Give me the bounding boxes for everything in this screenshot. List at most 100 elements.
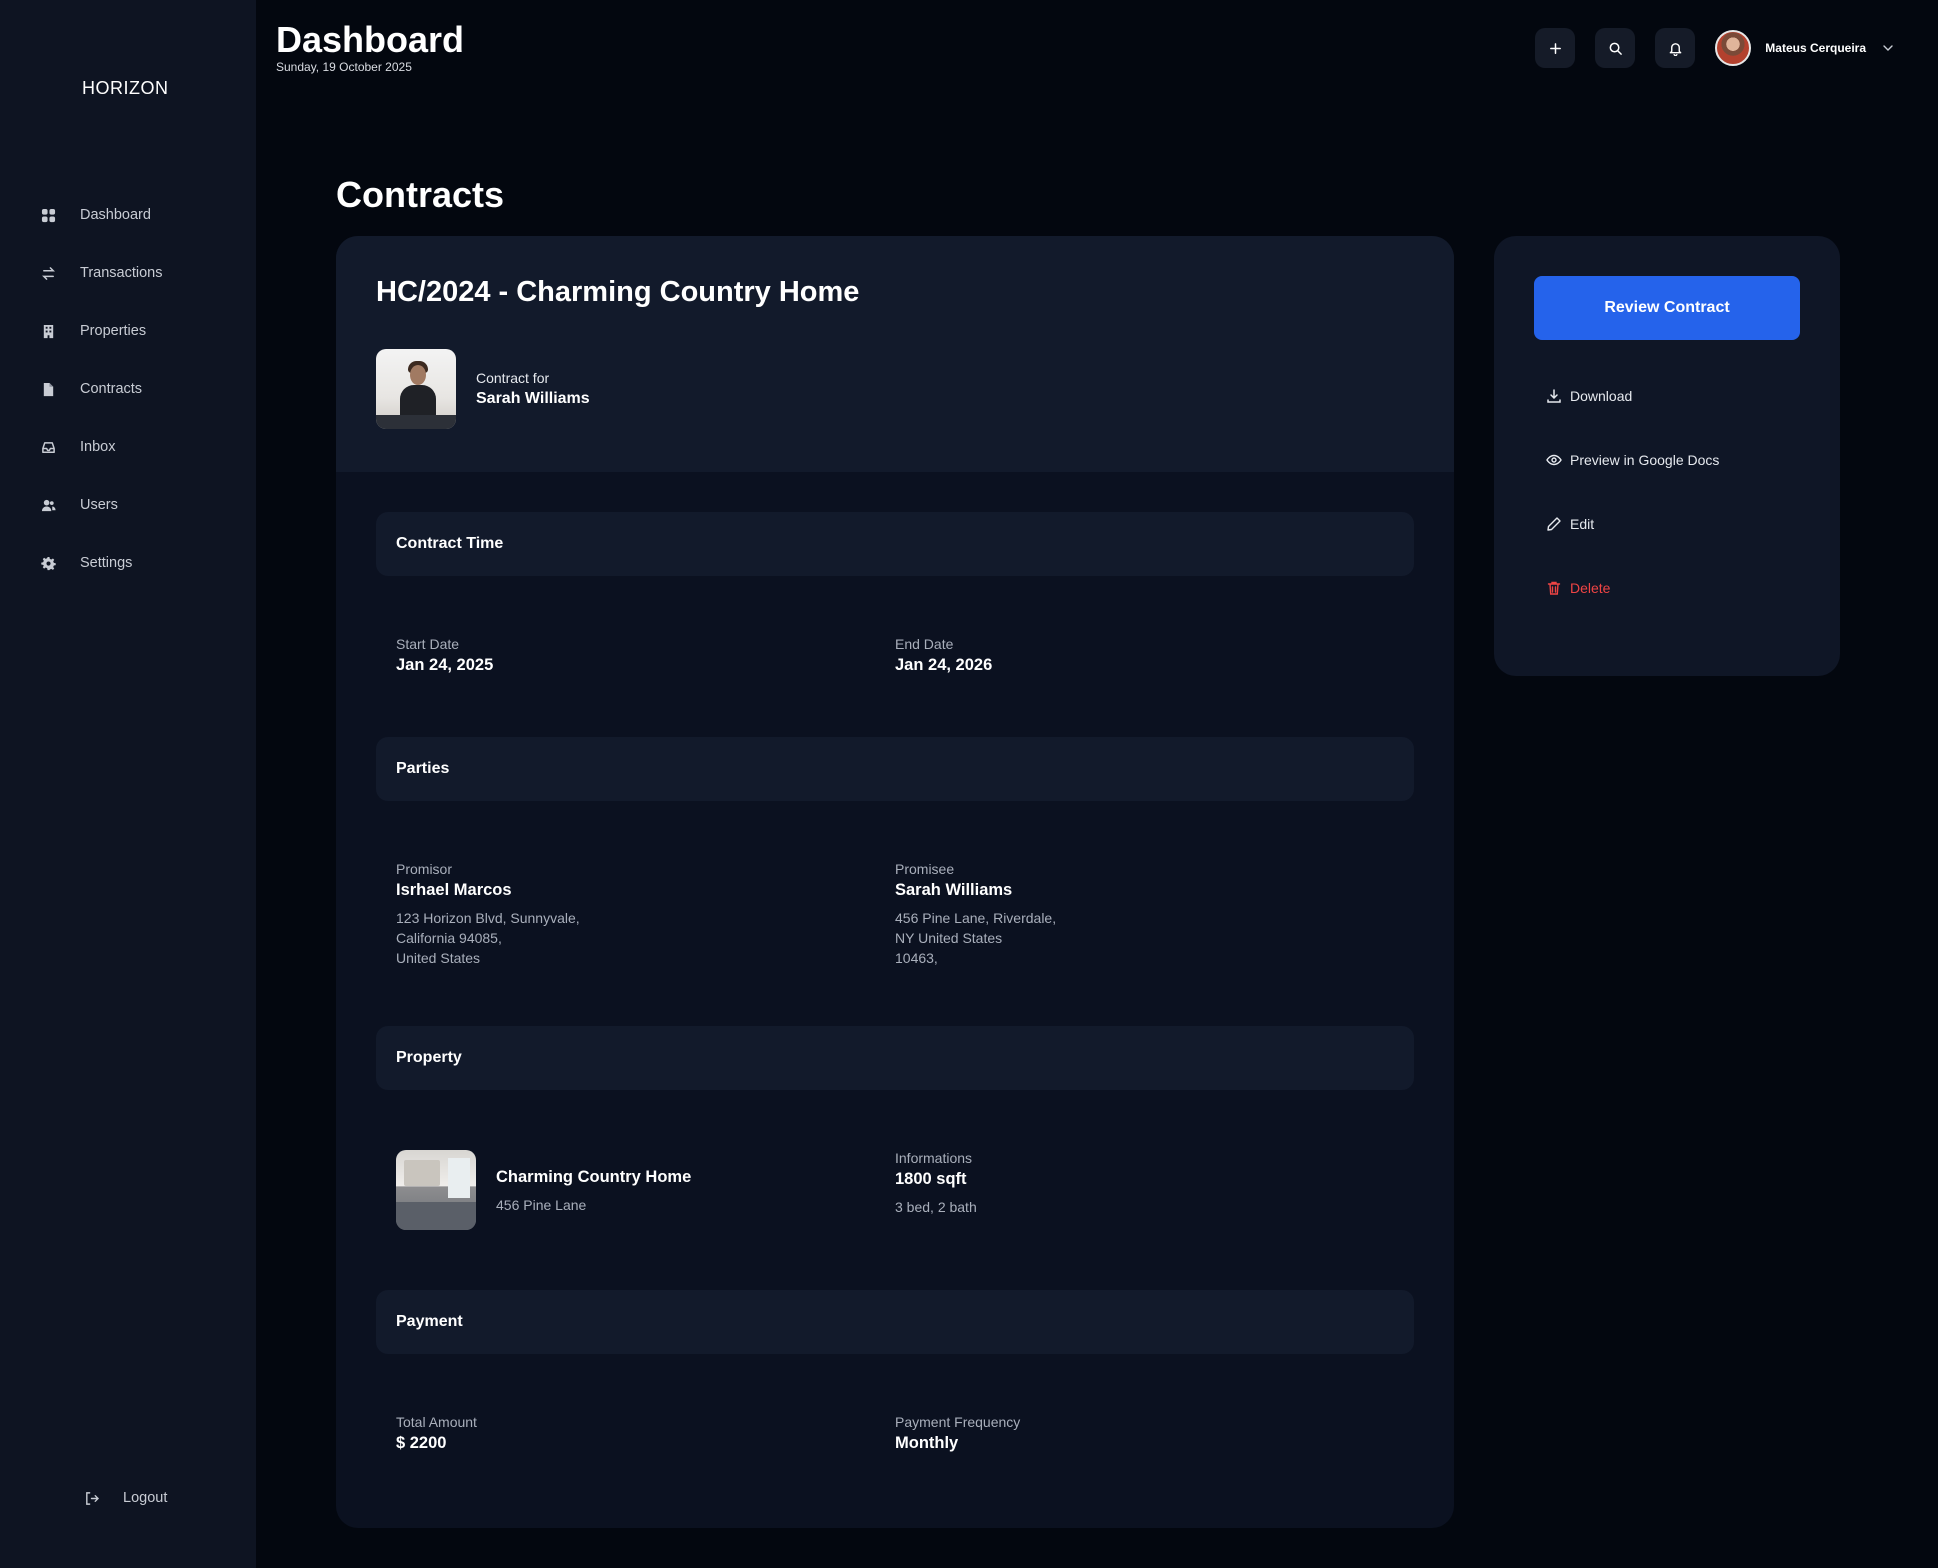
avatar[interactable] [1715,30,1752,66]
info-label: Informations [895,1150,973,1166]
logout-button[interactable]: Logout [84,1490,167,1506]
start-date-field: Start Date Jan 24, 2025 [396,636,895,675]
address-line: 10463, [895,950,938,966]
document-icon [40,381,56,397]
address-line: 456 Pine Lane, Riverdale, [895,910,1057,926]
sidebar-item-inbox[interactable]: Inbox [0,418,256,476]
parties-row: Promisor Isrhael Marcos 123 Horizon Blvd… [336,861,1454,968]
sidebar-item-settings[interactable]: Settings [0,534,256,592]
property-text: Charming Country Home 456 Pine Lane [496,1168,691,1213]
sidebar: HORIZON Dashboard Transactions Propertie… [0,0,256,1568]
edit-button[interactable]: Edit [1534,492,1800,556]
logout-label: Logout [123,1490,168,1506]
section-property: Property [376,1026,1414,1090]
sidebar-item-transactions[interactable]: Transactions [0,244,256,302]
promisee-label: Promisee [895,861,955,877]
property-size: 1800 sqft [895,1170,967,1188]
preview-label: Preview in Google Docs [1570,452,1720,468]
download-button[interactable]: Download [1534,364,1800,428]
search-icon [1609,42,1622,55]
grid-icon [40,207,56,223]
property-summary: Charming Country Home 456 Pine Lane [396,1150,895,1230]
promisor-field: Promisor Isrhael Marcos 123 Horizon Blvd… [396,861,895,968]
contract-for-label: Contract for [476,370,550,386]
sidebar-item-label: Properties [80,323,147,339]
end-date-label: End Date [895,636,954,652]
client-text: Contract for Sarah Williams [476,370,590,408]
end-date-field: End Date Jan 24, 2026 [895,636,1394,675]
promisee-address: 456 Pine Lane, Riverdale, NY United Stat… [895,908,1394,968]
section-contract-time: Contract Time [376,512,1414,576]
client-info: Contract for Sarah Williams [376,349,1414,429]
search-button[interactable] [1595,28,1636,68]
property-rooms: 3 bed, 2 bath [895,1199,977,1215]
header-date: Sunday, 19 October 2025 [276,60,412,74]
property-photo [396,1150,476,1230]
preview-google-docs-button[interactable]: Preview in Google Docs [1534,428,1800,492]
sidebar-nav: Dashboard Transactions Properties Contra… [0,186,256,592]
total-amount-value: $ 2200 [396,1434,447,1452]
sidebar-item-label: Settings [80,555,133,571]
header-title-block: Dashboard Sunday, 19 October 2025 [276,19,465,75]
start-date-label: Start Date [396,636,460,652]
total-amount-label: Total Amount [396,1414,477,1430]
sidebar-item-label: Transactions [80,265,163,281]
gear-icon [40,555,56,571]
property-address: 456 Pine Lane [496,1196,587,1213]
inbox-icon [40,439,56,455]
actions-panel: Review Contract Download Preview in Goog… [1494,236,1840,676]
download-icon [1547,389,1561,403]
add-button[interactable] [1535,28,1576,68]
sidebar-item-label: Contracts [80,381,143,397]
sidebar-item-users[interactable]: Users [0,476,256,534]
payment-frequency-value: Monthly [895,1434,959,1452]
trash-icon [1547,581,1561,595]
delete-button[interactable]: Delete [1534,556,1800,620]
client-photo [376,349,456,429]
sidebar-item-label: Users [80,497,118,513]
contract-time-row: Start Date Jan 24, 2025 End Date Jan 24,… [336,636,1454,675]
user-name[interactable]: Mateus Cerqueira [1765,41,1866,55]
bell-icon [1669,42,1682,56]
promisee-name: Sarah Williams [895,881,1013,899]
property-name: Charming Country Home [496,1167,692,1186]
property-info-field: Informations 1800 sqft 3 bed, 2 bath [895,1150,1394,1230]
sidebar-item-dashboard[interactable]: Dashboard [0,186,256,244]
top-actions: Mateus Cerqueira [1515,28,1894,68]
start-date-value: Jan 24, 2025 [396,656,494,674]
download-label: Download [1570,388,1633,404]
building-icon [40,323,56,339]
address-line: 123 Horizon Blvd, Sunnyvale, [396,910,580,926]
plus-icon [1549,42,1561,54]
notifications-button[interactable] [1655,28,1696,68]
payment-row: Total Amount $ 2200 Payment Frequency Mo… [336,1414,1454,1453]
contract-card: HC/2024 - Charming Country Home Contract… [336,236,1454,1528]
section-payment: Payment [376,1290,1414,1354]
address-line: NY United States [895,930,1003,946]
header-title: Dashboard [276,19,465,60]
sidebar-item-properties[interactable]: Properties [0,302,256,360]
review-contract-button[interactable]: Review Contract [1534,276,1800,340]
sidebar-item-contracts[interactable]: Contracts [0,360,256,418]
property-field: Charming Country Home 456 Pine Lane [396,1150,895,1230]
section-parties: Parties [376,737,1414,801]
page-title: Contracts [336,174,505,215]
logo: HORIZON [82,78,169,98]
promisee-field: Promisee Sarah Williams 456 Pine Lane, R… [895,861,1394,968]
sidebar-item-label: Inbox [80,439,116,455]
users-icon [40,497,56,513]
contract-header: HC/2024 - Charming Country Home Contract… [336,236,1454,472]
delete-label: Delete [1570,580,1611,596]
promisor-name: Isrhael Marcos [396,881,512,899]
chevron-down-icon[interactable] [1882,42,1894,54]
address-line: United States [396,950,481,966]
eye-icon [1546,454,1562,466]
promisor-address: 123 Horizon Blvd, Sunnyvale, California … [396,908,895,968]
contract-title: HC/2024 - Charming Country Home [376,276,860,308]
payment-frequency-label: Payment Frequency [895,1414,1021,1430]
property-row: Charming Country Home 456 Pine Lane Info… [336,1150,1454,1230]
payment-frequency-field: Payment Frequency Monthly [895,1414,1394,1453]
client-name: Sarah Williams [476,390,590,407]
address-line: California 94085, [396,930,502,946]
total-amount-field: Total Amount $ 2200 [396,1414,895,1453]
